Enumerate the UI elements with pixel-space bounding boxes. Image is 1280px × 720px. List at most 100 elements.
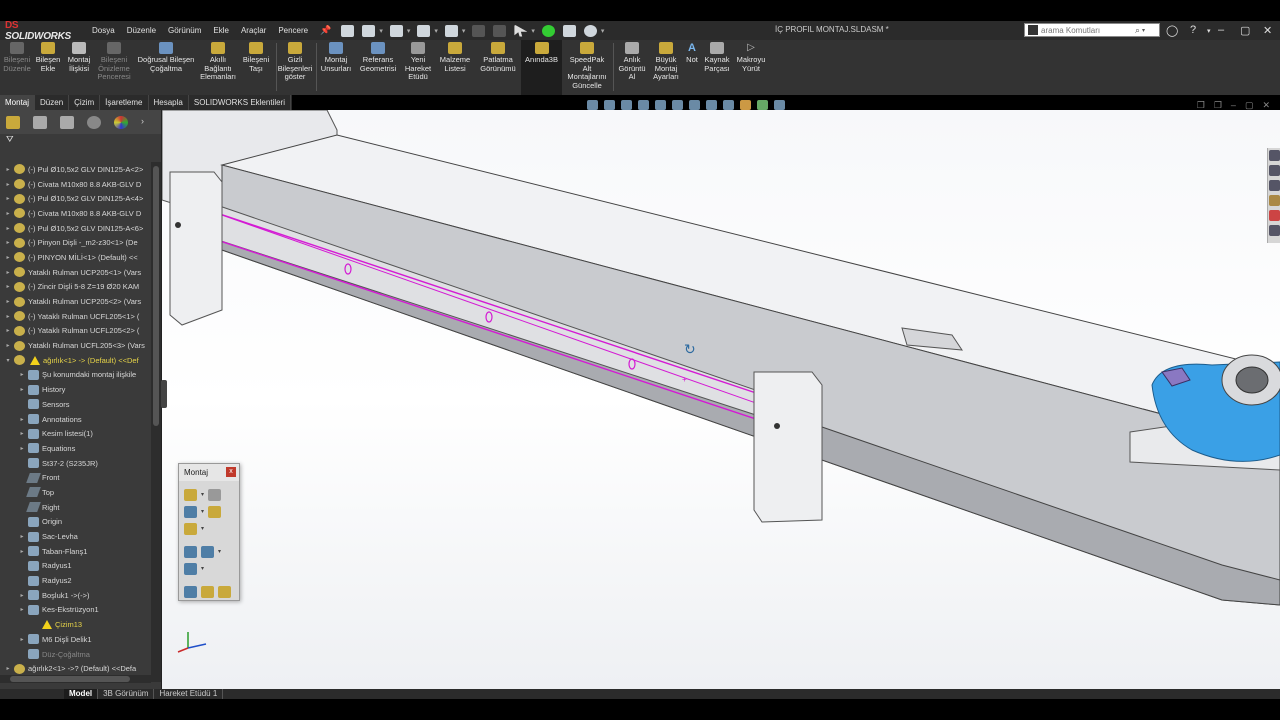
- instant3d-icon[interactable]: [218, 585, 231, 598]
- move-component-icon[interactable]: [184, 522, 197, 535]
- smart-fasteners-icon[interactable]: [208, 505, 222, 518]
- tree-node[interactable]: Right: [0, 500, 151, 515]
- chevron-right-icon[interactable]: ▸: [4, 195, 12, 202]
- assembly-model[interactable]: + ↻: [162, 110, 1280, 689]
- tree-node[interactable]: Çizim13: [0, 617, 151, 632]
- menu-pencere[interactable]: Pencere: [272, 26, 314, 35]
- custom-properties-icon[interactable]: [1269, 225, 1280, 236]
- filter-icon[interactable]: ⛛: [0, 134, 161, 148]
- instant3d-button[interactable]: Anında3B: [521, 40, 562, 95]
- weld-bead-button[interactable]: Kaynak Parçası: [702, 42, 732, 73]
- search-input[interactable]: [1041, 25, 1133, 35]
- view-settings-icon[interactable]: [774, 100, 785, 110]
- bill-of-materials-button[interactable]: Malzeme Listesi: [437, 42, 473, 73]
- tree-node[interactable]: Düz-Çoğaltma: [0, 647, 151, 662]
- component-preview-button[interactable]: Bileşeni Önizleme Penceresi: [95, 42, 133, 82]
- chevron-right-icon[interactable]: ▸: [18, 386, 26, 393]
- tree-node[interactable]: ▸ (-) Pul Ø10,5x2 GLV DIN125-A<4>: [0, 191, 151, 206]
- scroll-thumb[interactable]: [153, 166, 159, 426]
- chevron-right-icon[interactable]: ▸: [4, 225, 12, 232]
- tree-node[interactable]: ▾ ağırlık<1> -> (Default) <<Def: [0, 353, 151, 368]
- chevron-down-icon[interactable]: ▾: [531, 27, 535, 35]
- bom-icon[interactable]: [184, 585, 197, 598]
- chevron-right-icon[interactable]: ▸: [18, 445, 26, 452]
- close-icon[interactable]: ✕: [1262, 100, 1270, 111]
- exploded-view-icon[interactable]: [201, 585, 214, 598]
- chevron-down-icon[interactable]: ▾: [601, 27, 605, 35]
- tab-duzen[interactable]: Düzen: [35, 95, 70, 110]
- tree-node[interactable]: Front: [0, 470, 151, 485]
- feature-tree[interactable]: ▸ (-) Pul Ø10,5x2 GLV DIN125-A<2> ▸ (-) Civ…: [0, 162, 151, 682]
- mate-paperclip-icon[interactable]: [208, 488, 222, 501]
- take-snapshot-button[interactable]: Anlık Görüntü Al: [615, 42, 649, 82]
- note-button[interactable]: A Not: [684, 42, 700, 65]
- select-arrow-icon[interactable]: [514, 24, 528, 37]
- edit-appearance-icon[interactable]: [740, 100, 751, 110]
- chevron-down-icon[interactable]: ▾: [1142, 27, 1145, 34]
- tree-node[interactable]: ▸ Equations: [0, 441, 151, 456]
- chevron-right-icon[interactable]: ▸: [4, 283, 12, 290]
- chevron-down-icon[interactable]: ▾: [379, 27, 383, 35]
- chevron-right-icon[interactable]: ▸: [18, 606, 26, 613]
- linear-pattern-icon[interactable]: [184, 505, 197, 518]
- view-palette-icon[interactable]: [1269, 195, 1280, 206]
- tree-vertical-scrollbar[interactable]: [151, 162, 161, 682]
- middle-bracket[interactable]: [753, 371, 823, 523]
- new-document-icon[interactable]: [362, 24, 376, 37]
- dynamic-annotation-icon[interactable]: [672, 100, 683, 110]
- tab-hesapla[interactable]: Hesapla: [149, 95, 189, 110]
- menu-araclar[interactable]: Araçlar: [235, 26, 272, 35]
- tree-node[interactable]: ▸ Annotations: [0, 412, 151, 427]
- floating-montaj-toolbar[interactable]: Montaj x ▾ ▾ ▾ ▾ ▾: [178, 463, 240, 601]
- view-orientation-icon[interactable]: [689, 100, 700, 110]
- minimize-icon[interactable]: –: [1218, 24, 1224, 36]
- pin-icon[interactable]: 📌: [320, 25, 331, 36]
- run-macro-button[interactable]: ▷ Makroyu Yürüt: [734, 42, 768, 73]
- tree-node[interactable]: ▸ (-) Yataklı Rulman UCFL205<1> (: [0, 309, 151, 324]
- redo-icon[interactable]: [493, 24, 507, 37]
- property-manager-icon[interactable]: [33, 115, 47, 129]
- file-explorer-icon[interactable]: [1269, 180, 1280, 191]
- panel-splitter-handle[interactable]: [161, 380, 167, 408]
- mate-button[interactable]: Montaj İlişkisi: [63, 42, 95, 73]
- chevron-right-icon[interactable]: ▸: [18, 533, 26, 540]
- previous-view-icon[interactable]: [638, 100, 649, 110]
- tab-motion-study[interactable]: Hareket Etüdü 1: [154, 689, 224, 699]
- zoom-to-fit-icon[interactable]: [587, 100, 598, 110]
- tree-node[interactable]: Radyus2: [0, 573, 151, 588]
- tree-node[interactable]: ▸ History: [0, 382, 151, 397]
- configuration-manager-icon[interactable]: [60, 115, 74, 129]
- chevron-right-icon[interactable]: ▸: [4, 327, 12, 334]
- close-icon[interactable]: x: [226, 467, 236, 477]
- chevron-right-icon[interactable]: ▸: [18, 430, 26, 437]
- tree-node[interactable]: ▸ (-) Zincir Dişli 5-8 Z=19 Ø20 KAM: [0, 280, 151, 295]
- chevron-down-icon[interactable]: ▾: [434, 27, 438, 35]
- tree-node[interactable]: Top: [0, 485, 151, 500]
- insert-component-button[interactable]: Bileşen Ekle: [33, 42, 63, 73]
- exploded-view-button[interactable]: Patlatma Görünümü: [476, 42, 520, 73]
- smart-fasteners-button[interactable]: Akıllı Bağlantı Elemanları: [199, 42, 237, 82]
- move-component-button[interactable]: Bileşeni Taşı: [239, 42, 273, 73]
- chevron-down-icon[interactable]: ▾: [201, 508, 204, 515]
- chevron-down-icon[interactable]: ▾: [462, 27, 466, 35]
- tree-node[interactable]: ▸ M6 Dişli Delik1: [0, 632, 151, 647]
- hide-show-icon[interactable]: [723, 100, 734, 110]
- apply-scene-icon[interactable]: [757, 100, 768, 110]
- insert-component-icon[interactable]: [184, 488, 197, 501]
- chevron-right-icon[interactable]: ▸: [18, 592, 26, 599]
- chevron-right-icon[interactable]: ▸: [4, 342, 12, 349]
- chevron-right-icon[interactable]: ▸: [4, 665, 12, 672]
- minimize-icon[interactable]: –: [1231, 100, 1236, 111]
- tab-montaj[interactable]: Montaj: [0, 95, 36, 110]
- menu-ekle[interactable]: Ekle: [207, 26, 235, 35]
- rebuild-icon[interactable]: [541, 24, 555, 37]
- chevron-right-icon[interactable]: ▸: [4, 269, 12, 276]
- tile-icon[interactable]: ❐: [1214, 100, 1222, 111]
- chevron-right-icon[interactable]: ▸: [18, 416, 26, 423]
- chevron-right-icon[interactable]: ▸: [18, 371, 26, 378]
- search-icon[interactable]: ⌕: [1135, 25, 1140, 36]
- assembly-features-button[interactable]: Montaj Unsurları: [318, 42, 354, 73]
- section-view-icon[interactable]: [655, 100, 666, 110]
- linear-pattern-button[interactable]: Doğrusal Bileşen Çoğaltma: [135, 42, 197, 73]
- close-icon[interactable]: ✕: [1263, 24, 1272, 37]
